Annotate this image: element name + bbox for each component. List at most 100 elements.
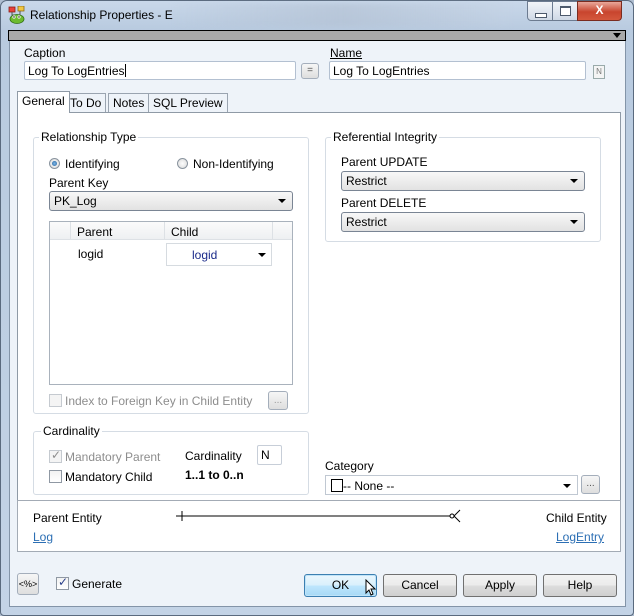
non-identifying-label[interactable]: Non-Identifying <box>193 157 274 171</box>
grid-header-parent[interactable]: Parent <box>77 225 112 239</box>
mandatory-parent-label: Mandatory Parent <box>65 450 161 464</box>
parent-delete-select[interactable]: Restrict <box>341 212 585 232</box>
minimize-icon <box>535 13 547 18</box>
apply-label: Apply <box>484 578 516 592</box>
child-entity-link[interactable]: LogEntry <box>556 530 604 544</box>
caption-value: Log To LogEntries <box>28 64 125 78</box>
ellipsis-icon: ... <box>273 395 283 406</box>
parent-update-value: Restrict <box>346 174 387 188</box>
category-color-swatch <box>331 479 343 492</box>
grid-row-child-select[interactable]: logid <box>166 243 272 266</box>
parent-key-select[interactable]: PK_Log <box>49 191 293 211</box>
category-options-button[interactable]: ... <box>581 475 600 494</box>
identifying-label[interactable]: Identifying <box>65 157 120 171</box>
parent-update-label: Parent UPDATE <box>341 155 428 169</box>
cardinality-title: Cardinality <box>41 424 102 438</box>
macro-icon: <%> <box>18 579 38 589</box>
relationship-line-diagram <box>176 509 461 523</box>
generate-checkbox[interactable]: ✓ <box>56 575 69 590</box>
grid-row-child-value: logid <box>192 248 218 262</box>
text-caret <box>124 64 126 77</box>
help-label: Help <box>567 578 593 592</box>
cancel-button[interactable]: Cancel <box>383 574 457 597</box>
collapsed-toolbar-strip[interactable] <box>8 30 626 41</box>
check-icon: ✓ <box>58 575 69 589</box>
parent-key-value: PK_Log <box>54 194 97 208</box>
parent-delete-label: Parent DELETE <box>341 196 427 210</box>
chevron-down-icon <box>258 253 266 257</box>
minimize-button[interactable] <box>527 1 553 21</box>
key-mapping-grid: Parent Child logid logid <box>49 221 293 385</box>
tab-to-do[interactable]: To Do <box>65 93 107 112</box>
blurred-background <box>170 3 510 27</box>
parent-entity-link[interactable]: Log <box>33 530 53 544</box>
mandatory-child-checkbox[interactable] <box>49 470 62 483</box>
name-input[interactable]: Log To LogEntries <box>329 61 586 80</box>
naming-rule-icon[interactable]: N <box>593 65 605 79</box>
ellipsis-icon: ... <box>586 478 595 489</box>
grid-divider <box>70 222 71 240</box>
mouse-cursor-icon <box>365 579 377 596</box>
cardinality-value: N <box>261 448 270 462</box>
title-bar: Relationship Properties - E X <box>0 0 634 30</box>
caption-input[interactable]: Log To LogEntries <box>24 61 296 80</box>
parent-entity-label: Parent Entity <box>33 511 102 525</box>
chevron-down-icon <box>570 220 578 224</box>
grid-header-child[interactable]: Child <box>171 225 198 239</box>
tab-sql-preview[interactable]: SQL Preview <box>148 93 228 112</box>
crows-foot-upper <box>453 509 461 517</box>
parent-key-label: Parent Key <box>49 176 109 190</box>
equals-icon: = <box>307 65 313 76</box>
macro-button[interactable]: <%> <box>17 573 39 595</box>
cancel-label: Cancel <box>401 578 439 592</box>
chevron-down-icon <box>278 199 286 203</box>
name-label-text: Name <box>330 46 363 60</box>
ok-label: OK <box>331 578 350 592</box>
category-label: Category <box>325 459 374 473</box>
child-entity-label: Child Entity <box>546 511 607 525</box>
close-button[interactable]: X <box>577 1 622 21</box>
chevron-down-icon <box>563 484 571 488</box>
window-title: Relationship Properties - E <box>30 8 173 22</box>
parent-delete-value: Restrict <box>346 215 387 229</box>
close-icon: X <box>595 3 604 17</box>
cardinality-label: Cardinality <box>185 449 242 463</box>
caption-label: Caption <box>24 46 65 60</box>
non-identifying-radio[interactable] <box>177 158 188 169</box>
maximize-button[interactable] <box>552 1 578 21</box>
check-icon: ✓ <box>51 448 62 462</box>
relationship-type-title: Relationship Type <box>39 130 139 144</box>
help-button[interactable]: Help <box>543 574 617 597</box>
index-fk-options-button[interactable]: ... <box>268 391 288 410</box>
naming-rule-glyph: N <box>596 67 602 76</box>
tab-notes[interactable]: Notes <box>108 93 150 112</box>
mandatory-parent-checkbox[interactable]: ✓ <box>49 448 62 463</box>
tab-sql-preview-label: SQL Preview <box>153 96 223 110</box>
equals-button[interactable]: = <box>301 63 319 79</box>
tab-to-do-label: To Do <box>70 96 102 110</box>
tab-notes-label: Notes <box>113 96 145 110</box>
dropdown-arrow-icon[interactable] <box>613 33 621 38</box>
cardinality-input[interactable]: N <box>257 445 282 465</box>
tab-general[interactable]: General <box>17 91 70 113</box>
generate-label[interactable]: Generate <box>72 577 122 591</box>
category-value: -- None -- <box>343 479 395 493</box>
grid-row-parent-cell[interactable]: logid <box>78 247 103 261</box>
name-value: Log To LogEntries <box>333 64 430 78</box>
zero-optional-circle <box>449 513 455 519</box>
mandatory-child-label[interactable]: Mandatory Child <box>65 470 152 484</box>
referential-integrity-title: Referential Integrity <box>331 130 440 144</box>
parent-update-select[interactable]: Restrict <box>341 171 585 191</box>
grid-divider <box>164 222 165 240</box>
identifying-radio[interactable] <box>49 158 60 169</box>
tab-general-label: General <box>22 94 65 108</box>
index-fk-checkbox[interactable] <box>49 394 62 407</box>
crows-foot-lower <box>453 515 461 523</box>
app-icon <box>8 6 25 24</box>
cardinality-summary: 1..1 to 0..n <box>185 468 244 482</box>
maximize-icon <box>560 6 571 16</box>
chevron-down-icon <box>570 179 578 183</box>
apply-button[interactable]: Apply <box>463 574 537 597</box>
category-select[interactable]: -- None -- <box>325 475 578 495</box>
caption-label-text: Caption <box>24 46 66 60</box>
